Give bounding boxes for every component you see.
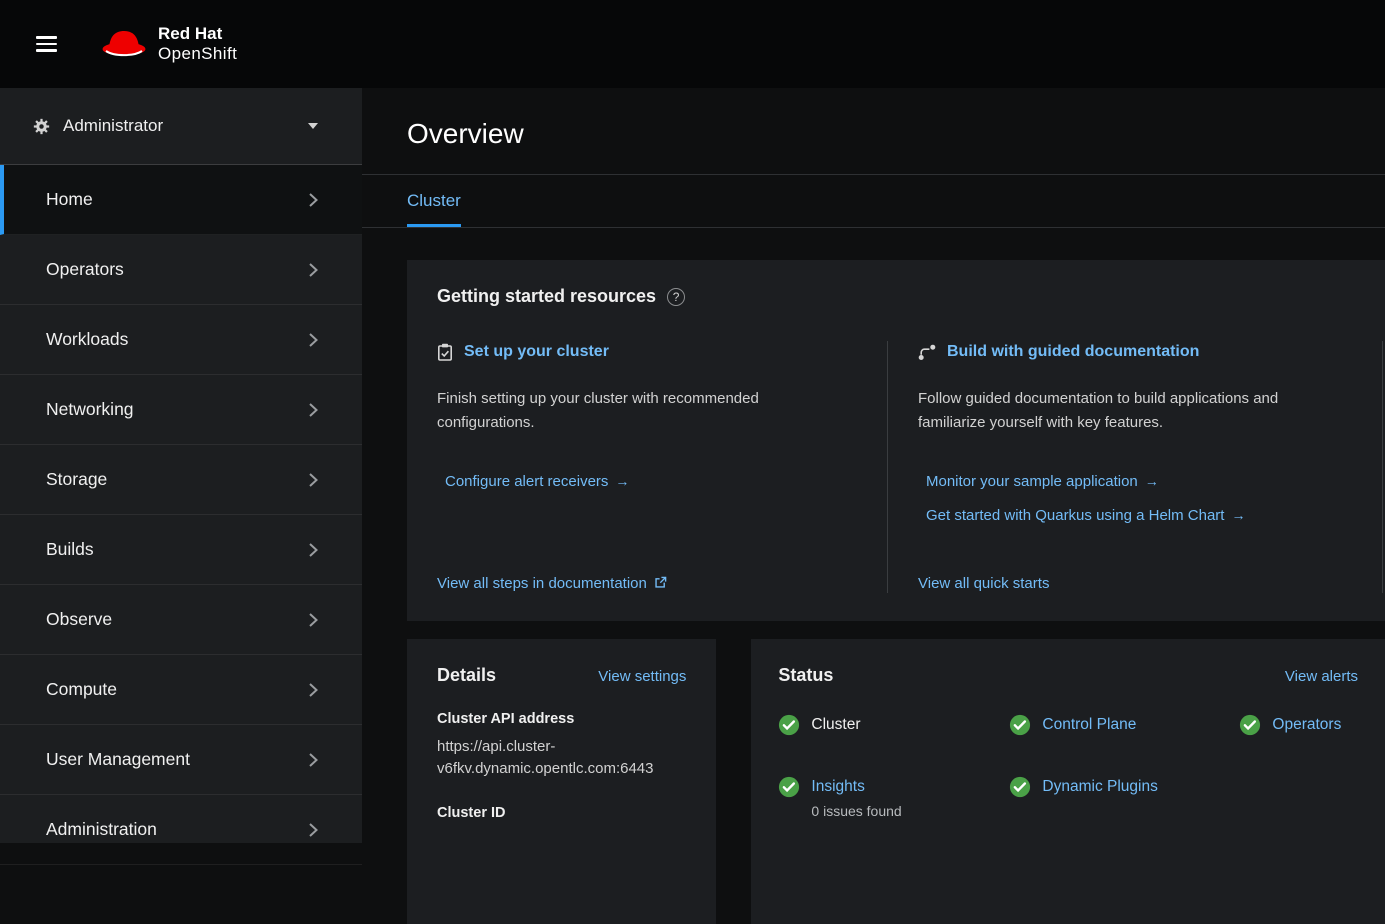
sidebar-item-storage[interactable]: Storage — [0, 445, 362, 515]
check-circle-icon — [778, 776, 800, 798]
brand-line1: Red Hat — [158, 24, 237, 44]
main-content: Overview Cluster Getting started resourc… — [362, 88, 1385, 924]
view-all-quick-starts-link[interactable]: View all quick starts — [918, 575, 1049, 592]
monitor-sample-application-link[interactable]: Monitor your sample application→ — [926, 473, 1352, 490]
guided-documentation-description: Follow guided documentation to build app… — [918, 387, 1320, 435]
dynamic-plugins-link[interactable]: Dynamic Plugins — [1042, 776, 1157, 798]
sidebar-item-label: Workloads — [46, 329, 128, 350]
tab-cluster[interactable]: Cluster — [407, 191, 461, 227]
status-item-control-plane: Control Plane — [1009, 714, 1239, 736]
sidebar-item-observe[interactable]: Observe — [0, 585, 362, 655]
setup-cluster-description: Finish setting up your cluster with reco… — [437, 387, 787, 435]
cluster-id-label: Cluster ID — [437, 805, 686, 821]
sidebar-item-administration[interactable]: Administration — [0, 795, 362, 865]
help-icon[interactable]: ? — [667, 288, 685, 306]
details-title: Details — [437, 665, 496, 686]
gear-icon — [33, 118, 50, 135]
check-circle-icon — [1009, 776, 1031, 798]
view-alerts-link[interactable]: View alerts — [1285, 668, 1358, 685]
status-title: Status — [778, 665, 833, 686]
sidebar-item-label: Compute — [46, 679, 117, 700]
insights-issues-count: 0 issues found — [811, 803, 901, 819]
setup-cluster-link[interactable]: Set up your cluster — [464, 343, 609, 361]
sidebar-nav: Home Operators Workloads Networking Stor… — [0, 165, 362, 865]
control-plane-link[interactable]: Control Plane — [1042, 714, 1136, 736]
sidebar-item-label: Builds — [46, 539, 94, 560]
arrow-right-icon: → — [615, 473, 629, 489]
sidebar-item-workloads[interactable]: Workloads — [0, 305, 362, 375]
redhat-hat-icon — [101, 28, 147, 61]
status-item-dynamic-plugins: Dynamic Plugins — [1009, 776, 1239, 819]
view-settings-link[interactable]: View settings — [598, 668, 686, 685]
chevron-right-icon — [308, 402, 318, 418]
sidebar-item-networking[interactable]: Networking — [0, 375, 362, 445]
insights-link[interactable]: Insights — [811, 778, 864, 795]
cluster-api-address-value: https://api.cluster-v6fkv.dynamic.opentl… — [437, 736, 677, 780]
chevron-right-icon — [308, 262, 318, 278]
brand-logo[interactable]: Red Hat OpenShift — [101, 24, 237, 64]
guided-documentation-link[interactable]: Build with guided documentation — [947, 343, 1199, 361]
setup-cluster-column: Set up your cluster Finish setting up yo… — [407, 341, 887, 593]
sidebar-item-builds[interactable]: Builds — [0, 515, 362, 585]
chevron-right-icon — [308, 682, 318, 698]
sidebar: Administrator Home Operators Workloads N… — [0, 88, 362, 843]
chevron-right-icon — [308, 822, 318, 838]
page-title: Overview — [362, 88, 1385, 174]
nav-toggle-button[interactable] — [26, 22, 67, 66]
chevron-right-icon — [308, 612, 318, 628]
quarkus-helm-chart-link[interactable]: Get started with Quarkus using a Helm Ch… — [926, 507, 1352, 524]
caret-down-icon — [308, 123, 318, 129]
masthead: Red Hat OpenShift — [0, 0, 1385, 88]
arrow-right-icon: → — [1231, 507, 1245, 523]
tabs-row: Cluster — [362, 175, 1385, 228]
cluster-api-address-label: Cluster API address — [437, 711, 686, 727]
sidebar-item-label: Storage — [46, 469, 107, 490]
getting-started-card: Getting started resources ? Set up your … — [407, 260, 1385, 621]
sidebar-item-label: Home — [46, 189, 93, 210]
page-header: Overview — [362, 88, 1385, 175]
status-card: Status View alerts Cluster Control Plane — [751, 639, 1385, 924]
chevron-right-icon — [308, 472, 318, 488]
status-item-insights: Insights 0 issues found — [778, 776, 1009, 819]
status-cluster-label: Cluster — [811, 714, 860, 736]
status-item-operators: Operators — [1239, 714, 1358, 736]
check-circle-icon — [778, 714, 800, 736]
guided-documentation-column: Build with guided documentation Follow g… — [887, 341, 1382, 593]
sidebar-item-operators[interactable]: Operators — [0, 235, 362, 305]
sidebar-item-label: User Management — [46, 749, 190, 770]
external-link-icon — [654, 576, 667, 589]
check-circle-icon — [1009, 714, 1031, 736]
getting-started-title: Getting started resources — [437, 286, 656, 307]
operators-link[interactable]: Operators — [1272, 714, 1341, 736]
sidebar-item-label: Operators — [46, 259, 124, 280]
hamburger-icon — [36, 36, 57, 39]
chevron-right-icon — [308, 542, 318, 558]
status-item-cluster: Cluster — [778, 714, 1009, 736]
chevron-right-icon — [308, 332, 318, 348]
view-all-steps-link[interactable]: View all steps in documentation — [437, 575, 667, 592]
chevron-right-icon — [308, 192, 318, 208]
sidebar-item-label: Networking — [46, 399, 134, 420]
check-circle-icon — [1239, 714, 1261, 736]
overview-content: Getting started resources ? Set up your … — [362, 228, 1385, 924]
sidebar-item-home[interactable]: Home — [0, 165, 362, 235]
details-card: Details View settings Cluster API addres… — [407, 639, 716, 924]
sidebar-item-user-management[interactable]: User Management — [0, 725, 362, 795]
brand-line2: OpenShift — [158, 44, 237, 64]
sidebar-item-label: Administration — [46, 819, 157, 840]
configure-alert-receivers-link[interactable]: Configure alert receivers→ — [445, 473, 857, 490]
perspective-label: Administrator — [63, 116, 163, 136]
clipboard-check-icon — [437, 343, 453, 361]
guided-docs-icon — [918, 344, 936, 361]
sidebar-item-label: Observe — [46, 609, 112, 630]
sidebar-item-compute[interactable]: Compute — [0, 655, 362, 725]
perspective-switcher[interactable]: Administrator — [0, 88, 362, 165]
arrow-right-icon: → — [1145, 473, 1159, 489]
chevron-right-icon — [308, 752, 318, 768]
